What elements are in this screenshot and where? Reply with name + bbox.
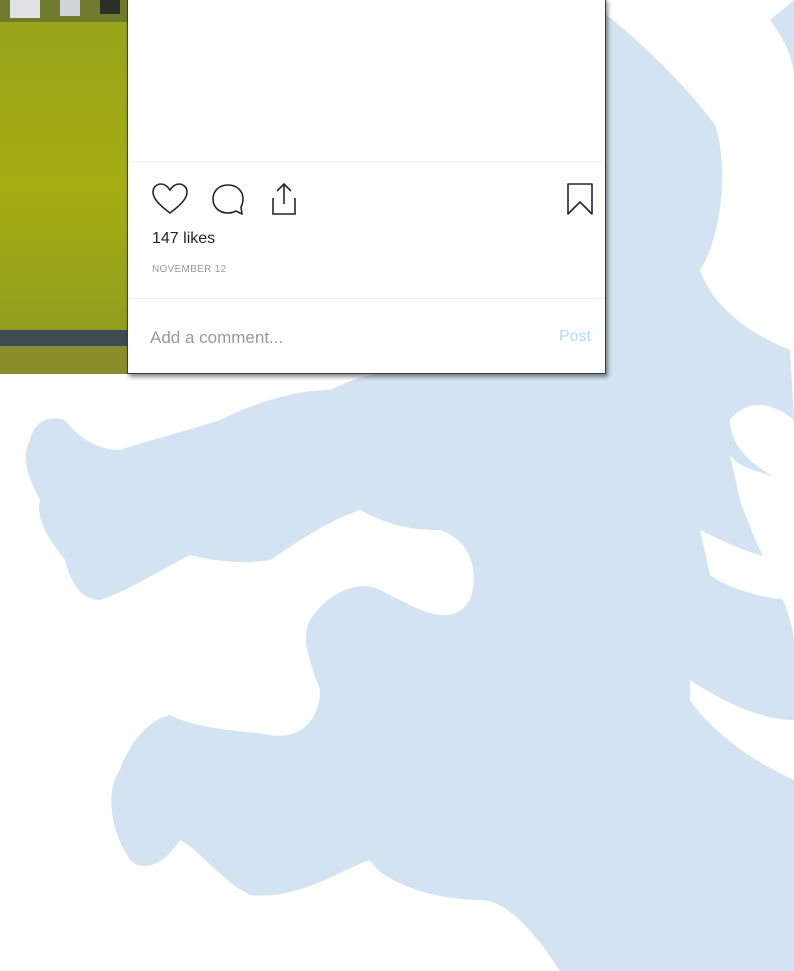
post-button[interactable]: Post <box>559 328 591 346</box>
divider <box>128 298 605 299</box>
heart-icon[interactable] <box>150 180 190 220</box>
comment-bubble-icon[interactable] <box>208 180 248 220</box>
comment-input[interactable] <box>150 323 510 353</box>
bookmark-icon[interactable] <box>560 180 600 220</box>
divider <box>128 161 605 162</box>
post-card: 147 likes NOVEMBER 12 Post <box>127 0 606 374</box>
share-icon[interactable] <box>264 180 304 220</box>
likes-count[interactable]: 147 likes <box>152 230 215 248</box>
post-photo[interactable] <box>0 0 128 374</box>
post-date[interactable]: NOVEMBER 12 <box>152 264 226 275</box>
